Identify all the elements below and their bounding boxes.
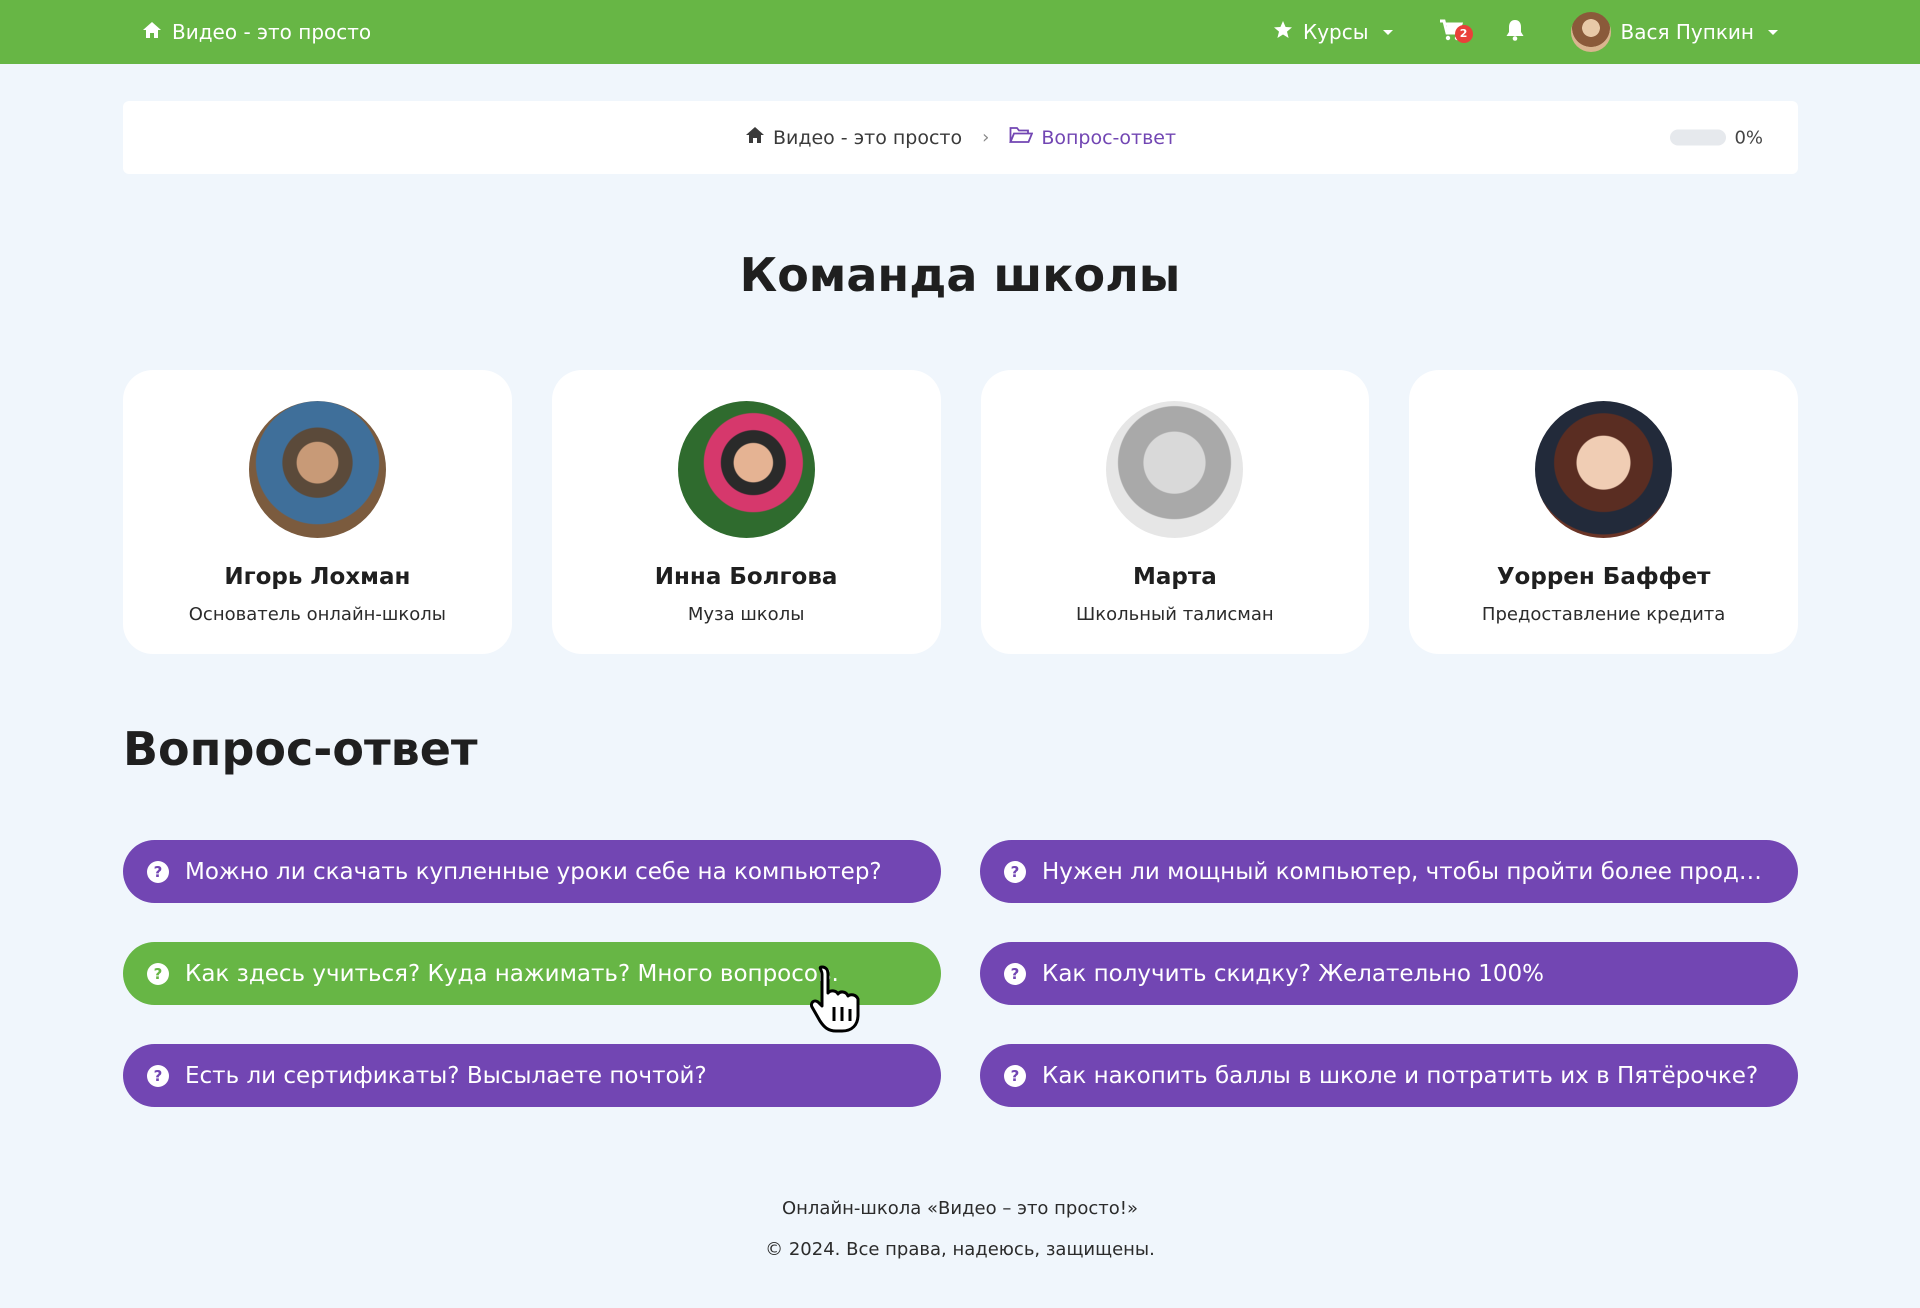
member-name: Марта: [1133, 564, 1217, 590]
faq-item[interactable]: ? Есть ли сертификаты? Высылаете почтой?: [123, 1044, 941, 1107]
user-name: Вася Пупкин: [1620, 20, 1754, 44]
user-menu[interactable]: Вася Пупкин: [1570, 12, 1778, 52]
home-icon: [142, 20, 162, 44]
courses-label: Курсы: [1303, 20, 1369, 44]
faq-item[interactable]: ? Как накопить баллы в школе и потратить…: [980, 1044, 1798, 1107]
member-name: Инна Болгова: [654, 564, 838, 590]
cart-count-badge: 2: [1454, 24, 1473, 43]
team-member-card: Инна Болгова Муза школы: [551, 370, 941, 654]
breadcrumb-home-label: Видео - это просто: [772, 126, 963, 149]
progress-bar: [1670, 129, 1727, 146]
bell-icon: [1505, 19, 1525, 46]
hand-pointer-cursor-icon: [810, 965, 860, 1033]
member-name: Уоррен Баффет: [1496, 564, 1711, 590]
faq-item[interactable]: ? Нужен ли мощный компьютер, чтобы пройт…: [980, 840, 1798, 903]
top-navbar: Видео - это просто Курсы 2 Вася Пупкин: [0, 0, 1920, 64]
star-icon: [1273, 20, 1293, 45]
member-name: Игорь Лохман: [224, 564, 411, 590]
courses-dropdown[interactable]: Курсы: [1273, 20, 1393, 45]
notifications-button[interactable]: [1505, 19, 1525, 46]
faq-item[interactable]: ? Как получить скидку? Желательно 100%: [980, 942, 1798, 1005]
member-avatar: [248, 401, 386, 538]
faq-grid: ? Можно ли скачать купленные уроки себе …: [123, 840, 1798, 1107]
footer-school-name: Онлайн-школа «Видео – это просто!»: [781, 1198, 1138, 1219]
member-avatar: [1535, 401, 1673, 538]
home-icon: [745, 126, 765, 149]
chevron-right-icon: ›: [982, 127, 990, 148]
question-circle-icon: ?: [147, 962, 169, 985]
breadcrumb-current: Вопрос-ответ: [1009, 126, 1176, 149]
user-avatar: [1570, 12, 1611, 52]
course-progress: 0%: [1670, 127, 1763, 148]
cart-button[interactable]: 2: [1439, 19, 1473, 46]
chevron-down-icon: [1382, 29, 1393, 35]
navbar-right: Курсы 2 Вася Пупкин: [1273, 12, 1778, 52]
faq-question: Можно ли скачать купленные уроки себе на…: [185, 858, 882, 885]
faq-question: Как здесь учиться? Куда нажимать? Много …: [185, 960, 839, 987]
brand-link[interactable]: Видео - это просто: [142, 20, 371, 44]
question-circle-icon: ?: [1004, 962, 1026, 985]
faq-question: Нужен ли мощный компьютер, чтобы пройти …: [1042, 858, 1768, 885]
member-avatar: [677, 401, 815, 538]
footer-copyright: © 2024. Все права, надеюсь, защищены.: [765, 1239, 1155, 1260]
page-footer: Онлайн-школа «Видео – это просто!» © 202…: [0, 1188, 1920, 1270]
faq-question: Есть ли сертификаты? Высылаете почтой?: [185, 1062, 707, 1089]
brand-label: Видео - это просто: [172, 20, 372, 44]
folder-open-icon: [1009, 126, 1034, 149]
team-member-card: Марта Школьный талисман: [980, 370, 1370, 654]
team-member-card: Игорь Лохман Основатель онлайн-школы: [123, 370, 512, 654]
chevron-down-icon: [1768, 29, 1778, 35]
team-grid: Игорь Лохман Основатель онлайн-школы Инн…: [123, 370, 1798, 654]
member-avatar: [1106, 401, 1244, 538]
progress-label: 0%: [1734, 127, 1763, 148]
faq-section-title: Вопрос-ответ: [123, 722, 478, 776]
question-circle-icon: ?: [147, 1064, 169, 1087]
member-role: Школьный талисман: [1076, 604, 1274, 625]
faq-question: Как получить скидку? Желательно 100%: [1042, 960, 1544, 987]
breadcrumb-home-link[interactable]: Видео - это просто: [745, 126, 962, 149]
question-circle-icon: ?: [147, 860, 169, 883]
question-circle-icon: ?: [1004, 860, 1026, 883]
question-circle-icon: ?: [1004, 1064, 1026, 1087]
breadcrumb: Видео - это просто › Вопрос-ответ: [745, 126, 1176, 149]
member-role: Предоставление кредита: [1481, 604, 1726, 625]
faq-item[interactable]: ? Можно ли скачать купленные уроки себе …: [123, 840, 941, 903]
faq-question: Как накопить баллы в школе и потратить и…: [1042, 1062, 1759, 1089]
team-section-title: Команда школы: [739, 248, 1181, 302]
member-role: Основатель онлайн-школы: [188, 604, 446, 625]
team-member-card: Уоррен Баффет Предоставление кредита: [1409, 370, 1798, 654]
breadcrumb-bar: Видео - это просто › Вопрос-ответ 0%: [123, 101, 1798, 174]
member-role: Муза школы: [687, 604, 805, 625]
breadcrumb-current-label: Вопрос-ответ: [1041, 126, 1177, 149]
